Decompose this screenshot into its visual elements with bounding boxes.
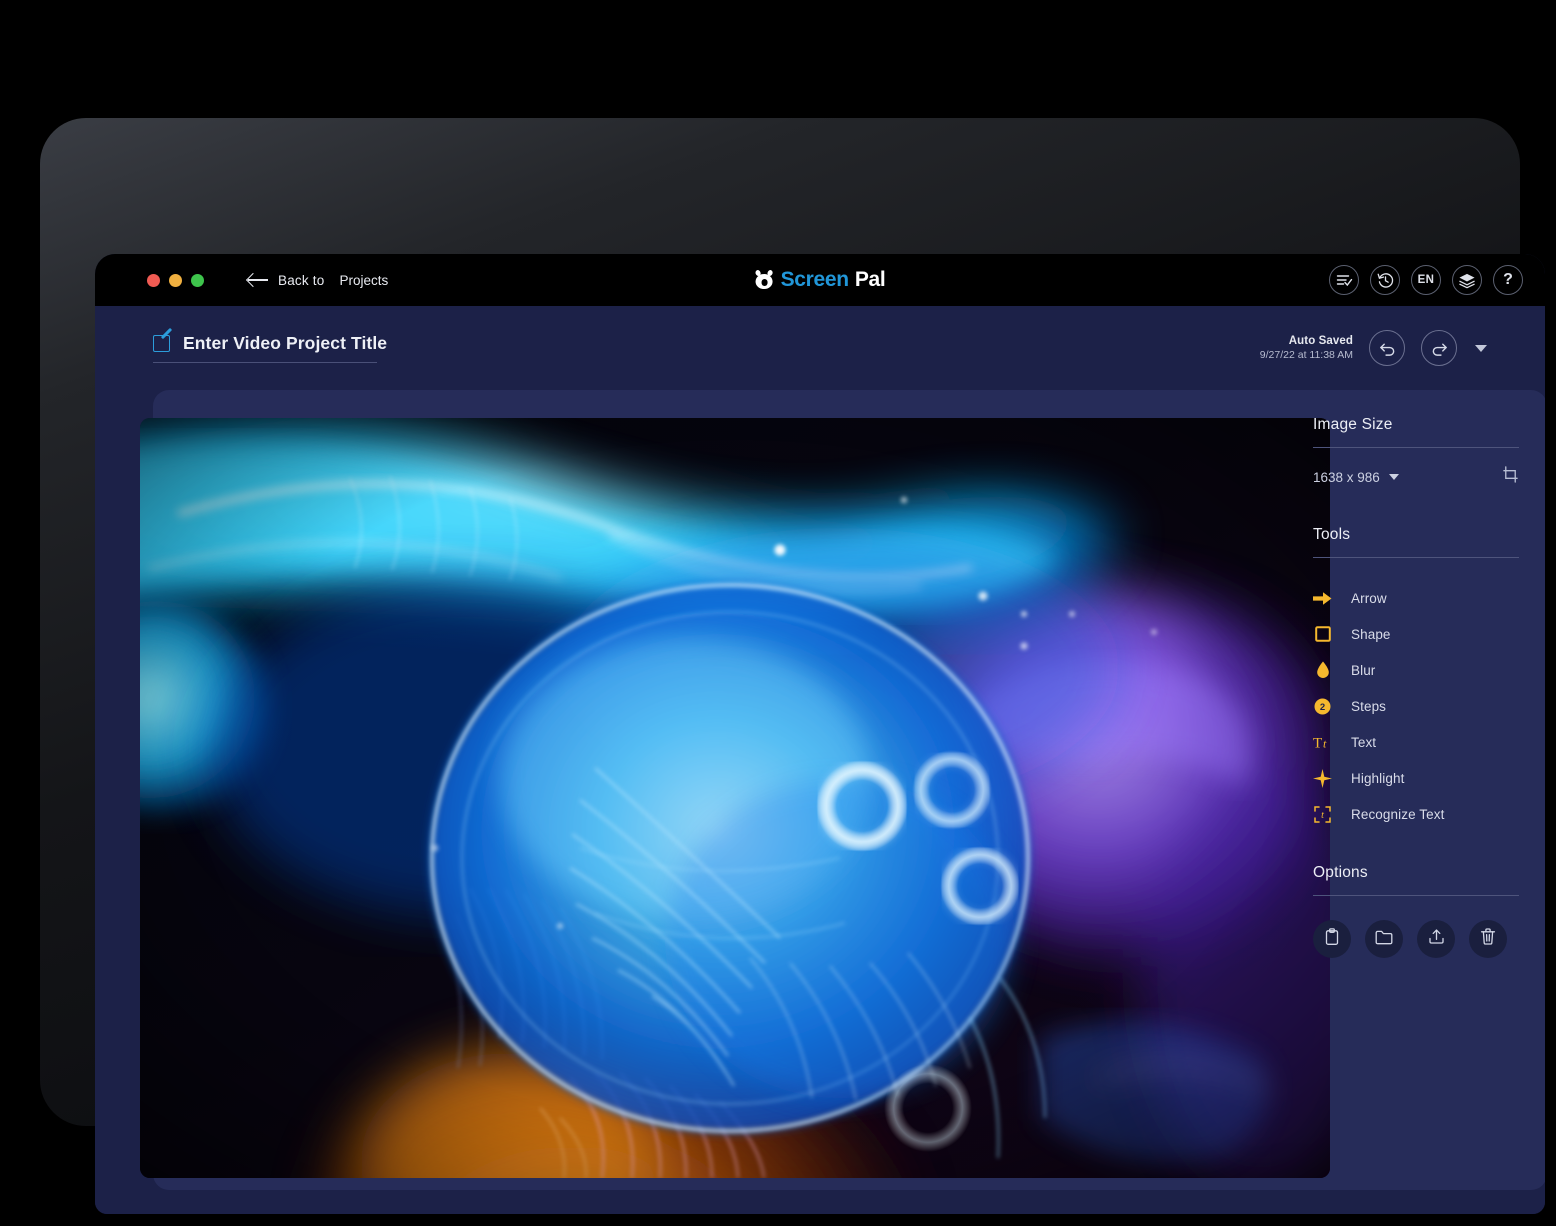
history-dropdown-caret[interactable] [1475, 344, 1487, 352]
upload-share-button[interactable] [1417, 920, 1455, 958]
tools-heading: Tools [1313, 526, 1351, 543]
tool-arrow[interactable]: Arrow [1313, 580, 1519, 616]
droplet-icon [1313, 661, 1332, 679]
project-title-underline [153, 362, 377, 363]
image-size-heading: Image Size [1313, 416, 1393, 433]
svg-text:T: T [1313, 735, 1322, 751]
device-frame: Back to Projects Screen Pal EN ? Enter V… [40, 118, 1545, 1214]
tool-text[interactable]: T t Text [1313, 724, 1519, 760]
image-size-value-label: 1638 x 986 [1313, 469, 1380, 485]
window-minimize-button[interactable] [169, 273, 182, 287]
square-outline-icon [1313, 626, 1332, 642]
svg-text:t: t [1323, 736, 1327, 750]
image-canvas[interactable] [140, 418, 1330, 1178]
screenpal-mark-icon [754, 269, 775, 290]
project-title-group: Enter Video Project Title [153, 327, 387, 363]
history-clock-icon[interactable] [1370, 265, 1400, 295]
logo-pal-text: Pal [854, 268, 886, 291]
device-screen: Back to Projects Screen Pal EN ? Enter V… [95, 254, 1545, 1214]
svg-text:t: t [1321, 810, 1324, 821]
text-tt-icon: T t [1313, 734, 1332, 751]
tool-shape[interactable]: Shape [1313, 616, 1519, 652]
logo-screen-text: Screen [780, 268, 850, 291]
window-titlebar: Back to Projects Screen Pal EN ? [95, 254, 1545, 306]
layers-icon[interactable] [1452, 265, 1482, 295]
copy-to-clipboard-button[interactable] [1313, 920, 1351, 958]
undo-button[interactable] [1369, 330, 1405, 366]
editor-panel: Image Size 1638 x 986 Tools Arrow Shape … [140, 390, 1545, 1190]
autosave-timestamp: 9/27/22 at 11:38 AM [1259, 349, 1353, 361]
tool-recognize-text-label: Recognize Text [1351, 806, 1445, 822]
back-target: Projects [339, 272, 389, 288]
crop-icon[interactable] [1502, 466, 1519, 488]
tools-sidebar: Image Size 1638 x 986 Tools Arrow Shape … [1285, 390, 1545, 1190]
tool-text-label: Text [1351, 734, 1377, 750]
options-divider [1313, 895, 1519, 896]
tool-blur[interactable]: Blur [1313, 652, 1519, 688]
back-arrow-icon [248, 273, 268, 287]
edit-square-icon[interactable] [153, 327, 173, 352]
redo-button[interactable] [1421, 330, 1457, 366]
ocr-bracket-icon: t [1313, 805, 1332, 823]
traffic-lights [147, 273, 204, 287]
open-folder-button[interactable] [1365, 920, 1403, 958]
tasks-checklist-icon[interactable] [1329, 265, 1359, 295]
svg-text:2: 2 [1320, 702, 1325, 713]
sparkle-icon [1313, 768, 1332, 788]
tool-blur-label: Blur [1351, 662, 1376, 678]
clipboard-icon [1324, 927, 1340, 951]
folder-icon [1375, 929, 1393, 950]
help-icon[interactable]: ? [1493, 265, 1523, 295]
tools-list: Arrow Shape Blur 2 Steps T t Text Highli… [1313, 580, 1519, 832]
window-maximize-button[interactable] [191, 273, 204, 287]
image-size-divider [1313, 447, 1519, 448]
autosave-text: Auto Saved 9/27/22 at 11:38 AM [1260, 335, 1353, 361]
titlebar-actions: EN ? [1329, 265, 1523, 295]
image-size-section: Image Size 1638 x 986 [1313, 416, 1519, 488]
window-close-button[interactable] [147, 273, 160, 287]
tool-highlight[interactable]: Highlight [1313, 760, 1519, 796]
chevron-down-icon [1388, 474, 1399, 480]
tool-recognize-text[interactable]: t Recognize Text [1313, 796, 1519, 832]
back-to-projects-link[interactable]: Back to Projects [248, 273, 388, 288]
autosave-status: Auto Saved [1288, 335, 1353, 347]
options-buttons [1313, 920, 1519, 958]
tool-highlight-label: Highlight [1351, 770, 1405, 786]
project-title-input[interactable]: Enter Video Project Title [183, 333, 387, 354]
options-section: Options [1313, 864, 1519, 896]
upload-icon [1428, 928, 1445, 950]
tools-divider [1313, 557, 1519, 558]
project-title-row: Enter Video Project Title Auto Saved 9/2… [95, 306, 1545, 390]
screenpal-logo: Screen Pal [754, 268, 886, 292]
tool-steps[interactable]: 2 Steps [1313, 688, 1519, 724]
image-size-dropdown[interactable]: 1638 x 986 [1313, 470, 1399, 485]
trash-icon [1480, 928, 1496, 950]
language-selector[interactable]: EN [1411, 265, 1441, 295]
app-body: Enter Video Project Title Auto Saved 9/2… [95, 306, 1545, 1214]
jellyfish-image [140, 418, 1330, 1178]
tool-steps-label: Steps [1351, 698, 1387, 714]
numbered-step-icon: 2 [1313, 698, 1332, 715]
arrow-icon [1313, 591, 1332, 606]
back-label: Back to [278, 272, 325, 288]
delete-button[interactable] [1469, 920, 1507, 958]
options-heading: Options [1313, 864, 1368, 881]
tool-arrow-label: Arrow [1351, 590, 1387, 606]
tool-shape-label: Shape [1351, 626, 1391, 642]
autosave-block: Auto Saved 9/27/22 at 11:38 AM [1260, 330, 1487, 366]
tools-section: Tools [1313, 526, 1519, 558]
